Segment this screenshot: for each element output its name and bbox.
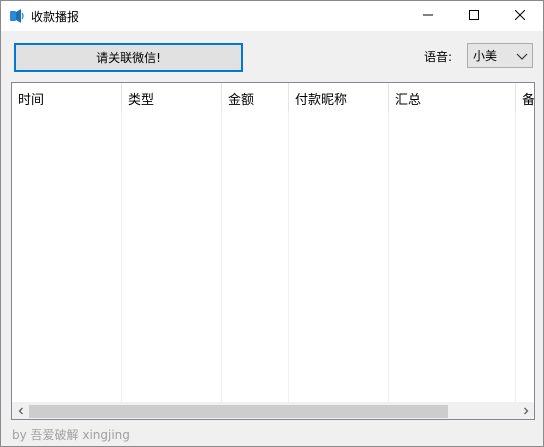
- voice-select[interactable]: 小美: [467, 43, 533, 68]
- app-window: 收款播报 请关联微信! 语音: 小美 时间 类型 金额 付款昵称 汇总 备 by…: [0, 0, 544, 447]
- column-header-amount[interactable]: 金额: [222, 83, 289, 111]
- chevron-down-icon: [516, 51, 528, 61]
- maximize-icon: [469, 9, 479, 24]
- column-header-summary[interactable]: 汇总: [389, 83, 516, 111]
- close-button[interactable]: [497, 1, 543, 31]
- scroll-left-button[interactable]: [12, 403, 29, 419]
- chevron-left-icon: [17, 404, 25, 419]
- close-icon: [514, 9, 526, 24]
- voice-selected-value: 小美: [473, 49, 498, 63]
- list-body: [12, 111, 534, 403]
- column-divider: [12, 111, 122, 403]
- list-header: 时间 类型 金额 付款昵称 汇总 备: [12, 83, 534, 111]
- scroll-right-button[interactable]: [517, 403, 534, 419]
- speaker-icon: [9, 8, 25, 24]
- voice-label: 语音:: [424, 50, 453, 64]
- column-header-note[interactable]: 备: [516, 83, 534, 111]
- maximize-button[interactable]: [451, 1, 497, 31]
- minimize-button[interactable]: [405, 1, 451, 31]
- column-header-payer-nickname[interactable]: 付款昵称: [289, 83, 389, 111]
- chevron-right-icon: [522, 404, 530, 419]
- column-header-time[interactable]: 时间: [12, 83, 122, 111]
- scroll-thumb[interactable]: [29, 405, 448, 418]
- column-divider: [389, 111, 516, 403]
- payment-list[interactable]: 时间 类型 金额 付款昵称 汇总 备: [11, 82, 535, 420]
- horizontal-scrollbar[interactable]: [12, 402, 534, 419]
- connect-wechat-button[interactable]: 请关联微信!: [14, 43, 243, 72]
- column-divider: [122, 111, 222, 403]
- column-divider: [289, 111, 389, 403]
- footer-credit: by 吾爱破解 xingjing: [12, 428, 130, 442]
- column-header-type[interactable]: 类型: [122, 83, 222, 111]
- window-title: 收款播报: [31, 10, 80, 24]
- column-divider: [222, 111, 289, 403]
- title-bar[interactable]: 收款播报: [1, 1, 543, 31]
- minimize-icon: [423, 9, 433, 24]
